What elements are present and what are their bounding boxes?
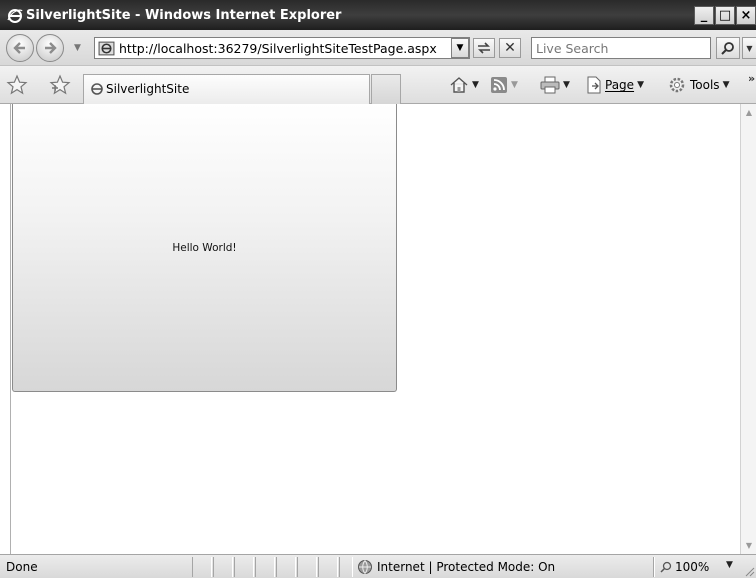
resize-grip-icon[interactable] [743,565,755,577]
forward-arrow-icon [45,42,57,54]
tools-menu-button[interactable]: Tools ▼ [667,74,729,96]
title-bar[interactable]: SilverlightSite - Windows Internet Explo… [0,0,756,30]
chevron-down-icon[interactable]: ▼ [563,80,570,90]
close-button[interactable]: × [736,6,756,25]
address-bar[interactable]: http://localhost:36279/SilverlightSiteTe… [94,37,470,59]
ie-logo-icon [7,9,23,23]
home-icon [450,77,468,93]
stop-icon: ✕ [504,40,516,56]
feeds-button[interactable]: ▼ [490,74,518,96]
chevron-down-icon: ▼ [456,43,464,53]
tab-silverlightsite[interactable]: SilverlightSite [83,74,370,104]
chevron-down-icon[interactable]: ▼ [511,80,518,90]
home-button[interactable]: ▼ [449,74,479,96]
tools-menu-label: Tools [690,78,720,92]
maximize-button[interactable]: □ [715,6,735,25]
silverlight-panel: Hello World! [12,104,397,392]
chevron-down-icon[interactable]: ▼ [726,560,733,570]
chevron-more-icon[interactable]: » [748,72,755,85]
print-icon [540,76,560,94]
back-arrow-icon [13,42,25,54]
page-menu-button[interactable]: Page ▼ [586,74,644,96]
vertical-scrollbar[interactable]: ▲ ▼ [740,104,756,554]
scroll-up-button[interactable]: ▲ [741,104,756,121]
rss-feed-icon [491,77,507,93]
zoom-level-button[interactable]: 100% [660,558,709,576]
chevron-down-icon[interactable]: ▼ [637,80,644,90]
status-pane [339,557,353,577]
command-bar: SilverlightSite ▼ ▼ ▼ Page ▼ Tools ▼ » [0,66,756,104]
favorites-star-icon[interactable] [6,74,28,96]
chevron-down-icon[interactable]: ▼ [472,80,479,90]
forward-button[interactable] [36,34,64,62]
globe-icon [358,560,372,574]
status-divider [653,557,655,577]
status-pane [318,557,338,577]
status-pane [213,557,233,577]
status-pane [276,557,296,577]
chevron-down-icon[interactable]: ▼ [723,80,730,90]
refresh-icon [478,42,490,54]
address-dropdown-button[interactable]: ▼ [451,38,469,58]
page-icon [587,76,601,94]
print-button[interactable]: ▼ [540,74,570,96]
zoom-icon [660,561,672,573]
security-zone-label: Internet | Protected Mode: On [377,560,556,574]
search-options-dropdown[interactable]: ▼ [742,37,756,59]
status-pane [297,557,317,577]
window-controls: _ □ × [694,6,756,25]
back-button[interactable] [6,34,34,62]
page-menu-label: Page [605,78,635,92]
status-pane [192,557,212,577]
new-tab-button[interactable] [371,74,401,104]
recent-pages-dropdown[interactable]: ▼ [74,43,81,53]
zoom-level-label: 100% [675,560,710,574]
add-favorites-icon[interactable] [48,74,72,96]
tab-label: SilverlightSite [106,82,190,96]
security-zone[interactable]: Internet | Protected Mode: On [357,558,555,576]
search-input[interactable]: Live Search [531,37,711,59]
hello-world-text: Hello World! [172,242,237,254]
search-icon [721,42,734,55]
page-content: Hello World! [10,104,740,554]
scroll-down-button[interactable]: ▼ [741,537,756,554]
ie-logo-icon [91,83,103,95]
navigation-bar: ▼ http://localhost:36279/SilverlightSite… [0,30,756,66]
address-url: http://localhost:36279/SilverlightSiteTe… [119,41,437,56]
ie-page-icon [98,41,115,56]
status-pane [234,557,254,577]
status-bar: Done Internet | Protected Mode: On 100% … [0,554,756,578]
window-title: SilverlightSite - Windows Internet Explo… [26,8,342,23]
browser-window: SilverlightSite - Windows Internet Explo… [0,0,756,578]
minimize-button[interactable]: _ [694,6,714,25]
search-placeholder: Live Search [536,41,609,56]
stop-button[interactable]: ✕ [499,38,521,58]
tools-gear-icon [669,77,685,93]
search-button[interactable] [716,37,740,59]
refresh-button[interactable] [473,38,495,58]
status-text: Done [6,560,38,574]
status-pane [255,557,275,577]
